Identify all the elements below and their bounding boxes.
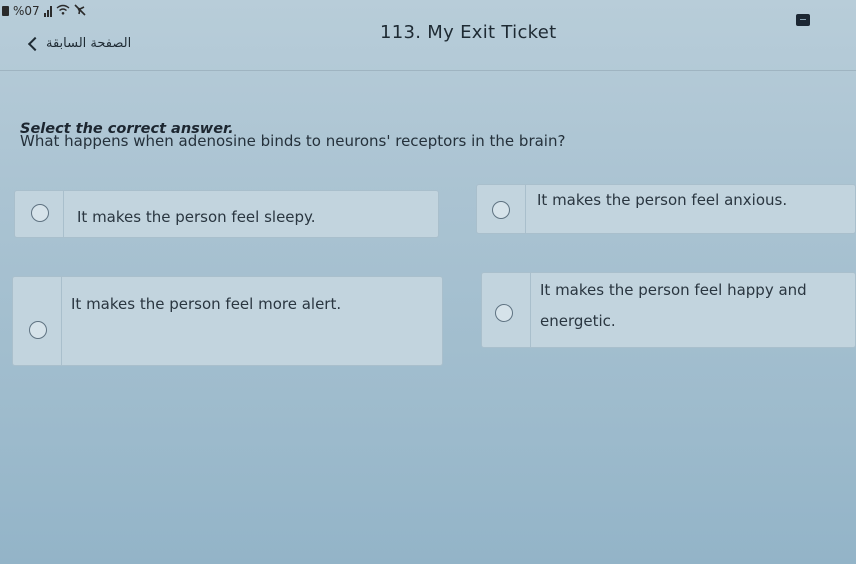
back-button[interactable]: الصفحة السابقة xyxy=(27,36,132,52)
app-header: الصفحة السابقة 113. My Exit Ticket xyxy=(0,14,856,71)
answer-option-b-label: It makes the person feel anxious. xyxy=(537,191,788,209)
answer-option-c[interactable]: It makes the person feel more alert. xyxy=(12,276,443,366)
radio-button-a[interactable] xyxy=(31,204,49,222)
back-button-label: الصفحة السابقة xyxy=(46,36,132,51)
answer-option-d-label: It makes the person feel happy and energ… xyxy=(540,281,807,330)
answer-option-b[interactable]: It makes the person feel anxious. xyxy=(476,184,856,234)
status-bar: %07 xyxy=(0,0,202,22)
radio-button-d[interactable] xyxy=(495,304,513,322)
signal-icon xyxy=(43,5,52,17)
answer-option-c-label: It makes the person feel more alert. xyxy=(71,295,342,313)
menu-icon[interactable] xyxy=(796,14,810,26)
question-text: What happens when adenosine binds to neu… xyxy=(20,132,566,150)
answer-option-a-label: It makes the person feel sleepy. xyxy=(77,208,316,226)
radio-cell xyxy=(13,277,62,365)
answer-option-a[interactable]: It makes the person feel sleepy. xyxy=(14,190,439,238)
wifi-icon xyxy=(56,4,70,18)
battery-icon xyxy=(2,6,9,16)
radio-cell xyxy=(482,273,531,347)
radio-cell xyxy=(15,191,64,237)
airplane-icon xyxy=(74,3,86,19)
radio-button-c[interactable] xyxy=(29,321,47,339)
radio-cell xyxy=(477,185,526,233)
page-title: 113. My Exit Ticket xyxy=(380,22,557,43)
battery-percentage: %07 xyxy=(13,4,40,18)
chevron-left-icon xyxy=(27,36,43,52)
answer-option-d[interactable]: It makes the person feel happy and energ… xyxy=(481,272,856,348)
radio-button-b[interactable] xyxy=(492,201,510,219)
